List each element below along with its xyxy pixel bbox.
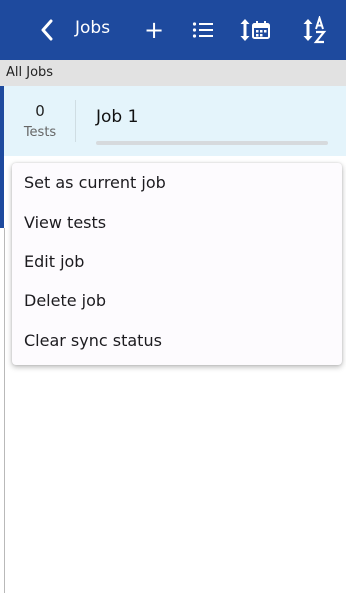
sort-by-date-button[interactable]: [238, 15, 272, 45]
top-app-bar: Jobs +: [0, 0, 346, 60]
section-header: All Jobs: [0, 60, 346, 86]
chevron-left-icon: [41, 19, 53, 41]
list-view-button[interactable]: [190, 16, 216, 44]
list-icon: [192, 22, 213, 38]
divider: [75, 100, 76, 142]
menu-item-edit-job[interactable]: Edit job: [12, 242, 342, 282]
selected-indicator-extension: [0, 156, 4, 228]
page-title: Jobs: [75, 18, 111, 38]
menu-item-view-tests[interactable]: View tests: [12, 203, 342, 243]
menu-item-set-current-job[interactable]: Set as current job: [12, 163, 342, 203]
sort-alphabetical-button[interactable]: [300, 13, 330, 47]
sort-alphabetical-icon: [303, 16, 327, 44]
job-list-item[interactable]: 0 Tests Job 1: [0, 86, 346, 156]
menu-item-clear-sync-status[interactable]: Clear sync status: [12, 321, 342, 361]
sort-by-date-icon: [240, 19, 270, 41]
divider: [4, 228, 5, 593]
job-name: Job 1: [96, 107, 139, 127]
job-progress-bar: [96, 141, 328, 145]
menu-item-delete-job[interactable]: Delete job: [12, 281, 342, 321]
job-context-menu: Set as current job View tests Edit job D…: [12, 163, 342, 365]
tests-count: 0: [35, 102, 45, 120]
add-job-button[interactable]: +: [142, 14, 166, 46]
tests-label: Tests: [23, 125, 57, 140]
back-button[interactable]: [36, 16, 58, 44]
selected-indicator: [0, 86, 4, 156]
